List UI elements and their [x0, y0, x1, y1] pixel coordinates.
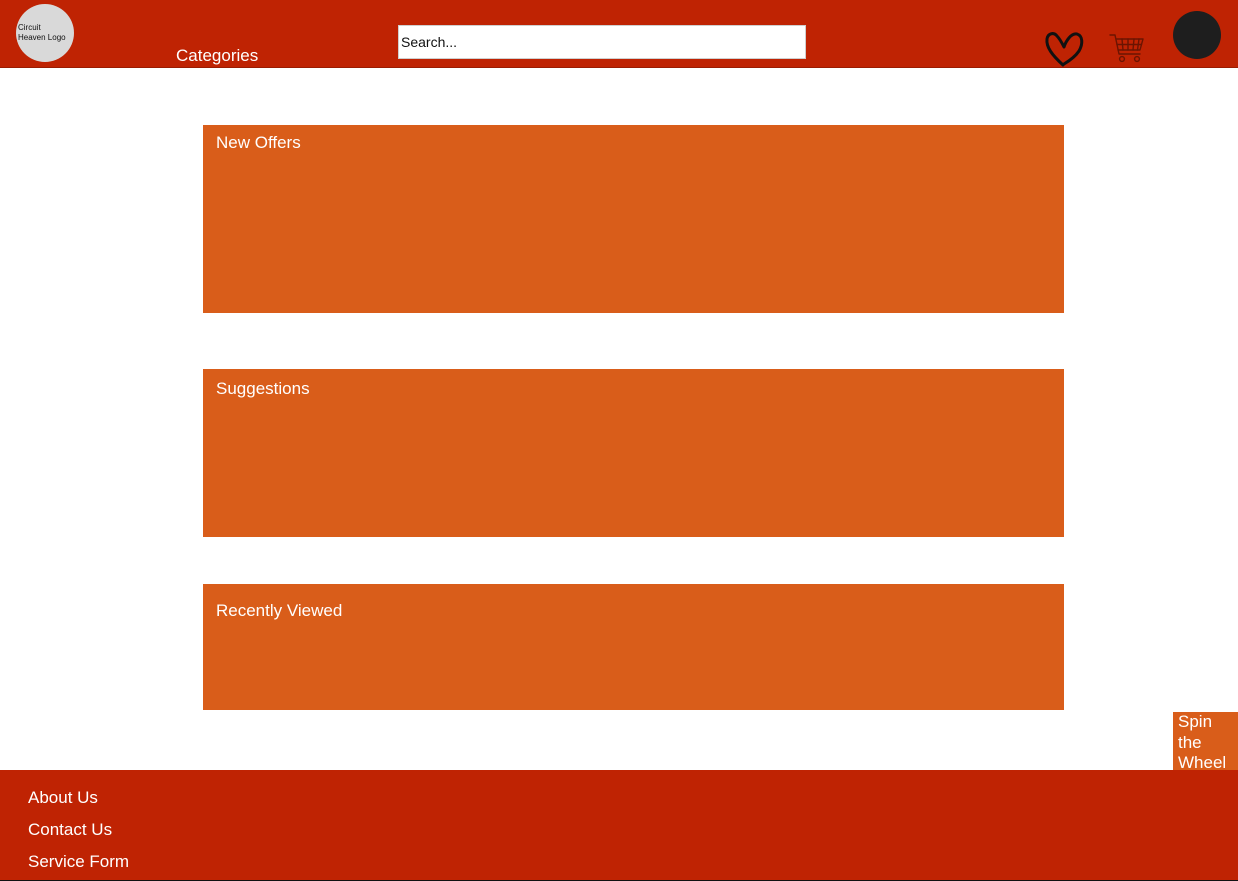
recently-viewed-section: Recently Viewed — [203, 584, 1064, 710]
section-title: Recently Viewed — [216, 601, 343, 620]
site-logo[interactable]: Circuit Heaven Logo — [16, 4, 74, 62]
footer: About Us Contact Us Service Form — [0, 770, 1238, 881]
footer-link-contact-us[interactable]: Contact Us — [28, 820, 112, 840]
spin-the-wheel-button[interactable]: Spin the Wheel — [1173, 712, 1238, 771]
new-offers-section: New Offers — [203, 125, 1064, 313]
avatar[interactable] — [1173, 11, 1221, 59]
section-title: Suggestions — [216, 379, 310, 398]
footer-link-about-us[interactable]: About Us — [28, 788, 98, 808]
search-input[interactable] — [398, 25, 806, 59]
section-title: New Offers — [216, 133, 301, 152]
footer-link-service-form[interactable]: Service Form — [28, 852, 129, 872]
suggestions-section: Suggestions — [203, 369, 1064, 537]
cart-icon[interactable] — [1108, 30, 1146, 66]
heart-icon[interactable] — [1043, 28, 1085, 70]
top-nav-bar: Circuit Heaven Logo Categories — [0, 0, 1238, 68]
categories-menu[interactable]: Categories — [176, 46, 258, 66]
